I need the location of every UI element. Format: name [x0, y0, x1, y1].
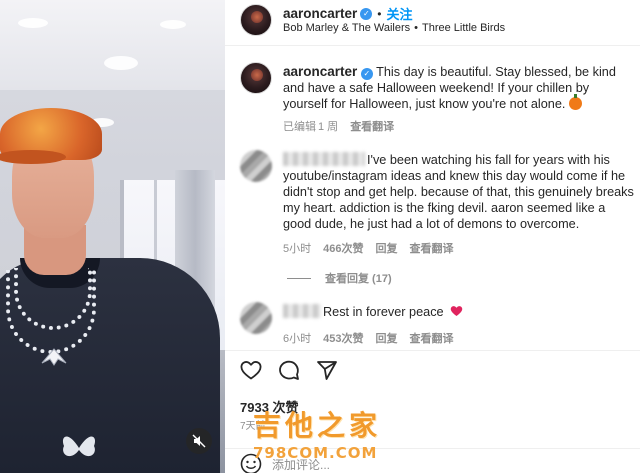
photo-cloud	[18, 18, 48, 28]
music-artist[interactable]: Bob Marley & The Wailers	[283, 22, 410, 34]
reply-button[interactable]: 回复	[375, 330, 397, 346]
comment-likes[interactable]: 453次赞	[323, 330, 363, 346]
caption-body: aaroncarter ✓ This day is beautiful. Sta…	[283, 64, 635, 112]
post-header: aaroncarter ✓ • 关注 Bob Marley & The Wail…	[225, 0, 640, 46]
comment-divider	[225, 448, 640, 449]
post-photo[interactable]	[0, 0, 225, 473]
speaker-muted-icon	[192, 434, 206, 448]
comment-text: I've been watching his fall for years wi…	[283, 153, 634, 231]
author-username[interactable]: aaroncarter	[283, 6, 357, 21]
like-button[interactable]	[239, 358, 263, 382]
header-separator: •	[377, 6, 382, 21]
verified-badge-icon: ✓	[360, 7, 373, 20]
comment-time[interactable]: 6小时	[283, 330, 311, 346]
pendant-icon	[41, 348, 67, 366]
add-comment-bar: 添加评论...	[240, 453, 330, 473]
comment-translate-button[interactable]: 查看翻译	[409, 330, 453, 346]
caption-time[interactable]: 1 周	[318, 118, 338, 134]
send-icon	[317, 361, 337, 380]
comment-translate-button[interactable]: 查看翻译	[409, 240, 453, 256]
caption-meta: 已编辑 1 周 查看翻译	[283, 118, 394, 134]
music-track[interactable]: Three Little Birds	[422, 22, 505, 34]
smiley-icon[interactable]	[240, 453, 262, 473]
replies-line	[287, 277, 311, 279]
add-comment-input[interactable]: 添加评论...	[272, 456, 330, 473]
pumpkin-emoji	[568, 94, 582, 110]
comment-text: Rest in forever peace	[283, 304, 635, 320]
author-avatar[interactable]	[240, 4, 272, 36]
commenter-avatar[interactable]	[240, 150, 272, 182]
action-bar	[239, 358, 339, 382]
heart-icon	[240, 361, 262, 380]
post-panel: aaroncarter ✓ • 关注 Bob Marley & The Wail…	[225, 0, 640, 473]
post-likes-count[interactable]: 7933 次赞	[240, 397, 299, 416]
photo-cloud	[160, 20, 186, 29]
commenter-avatar[interactable]	[240, 302, 272, 334]
post-time: 7天前	[240, 421, 266, 432]
share-button[interactable]	[315, 358, 339, 382]
reply-button[interactable]: 回复	[375, 240, 397, 256]
follow-button[interactable]: 关注	[387, 4, 413, 23]
verified-badge-icon: ✓	[360, 68, 373, 80]
comment-text-body: Rest in forever peace	[323, 305, 444, 319]
view-replies-button[interactable]: 查看回复 (17)	[287, 270, 392, 286]
music-info[interactable]: Bob Marley & The Wailers • Three Little …	[283, 22, 505, 34]
comment-time[interactable]: 5小时	[283, 240, 311, 256]
view-replies-label[interactable]: 查看回复 (17)	[325, 270, 392, 286]
comment-meta: 6小时 453次赞 回复 查看翻译	[283, 330, 453, 346]
butterfly-icon	[62, 436, 96, 457]
music-separator: •	[414, 22, 419, 34]
actions-divider	[225, 350, 640, 351]
comment-meta: 5小时 466次赞 回复 查看翻译	[283, 240, 453, 256]
photo-ceiling	[0, 0, 225, 90]
comment-button[interactable]	[277, 358, 301, 382]
comment-icon	[279, 360, 299, 380]
photo-cloud	[104, 56, 138, 70]
caption-edited: 已编辑	[283, 121, 316, 133]
caption-avatar[interactable]	[240, 62, 272, 94]
caption-username[interactable]: aaroncarter	[283, 64, 357, 79]
comment-likes[interactable]: 466次赞	[323, 240, 363, 256]
mute-button[interactable]	[186, 428, 212, 454]
red-heart-emoji	[450, 306, 463, 316]
caption-translate-button[interactable]: 查看翻译	[350, 118, 394, 134]
